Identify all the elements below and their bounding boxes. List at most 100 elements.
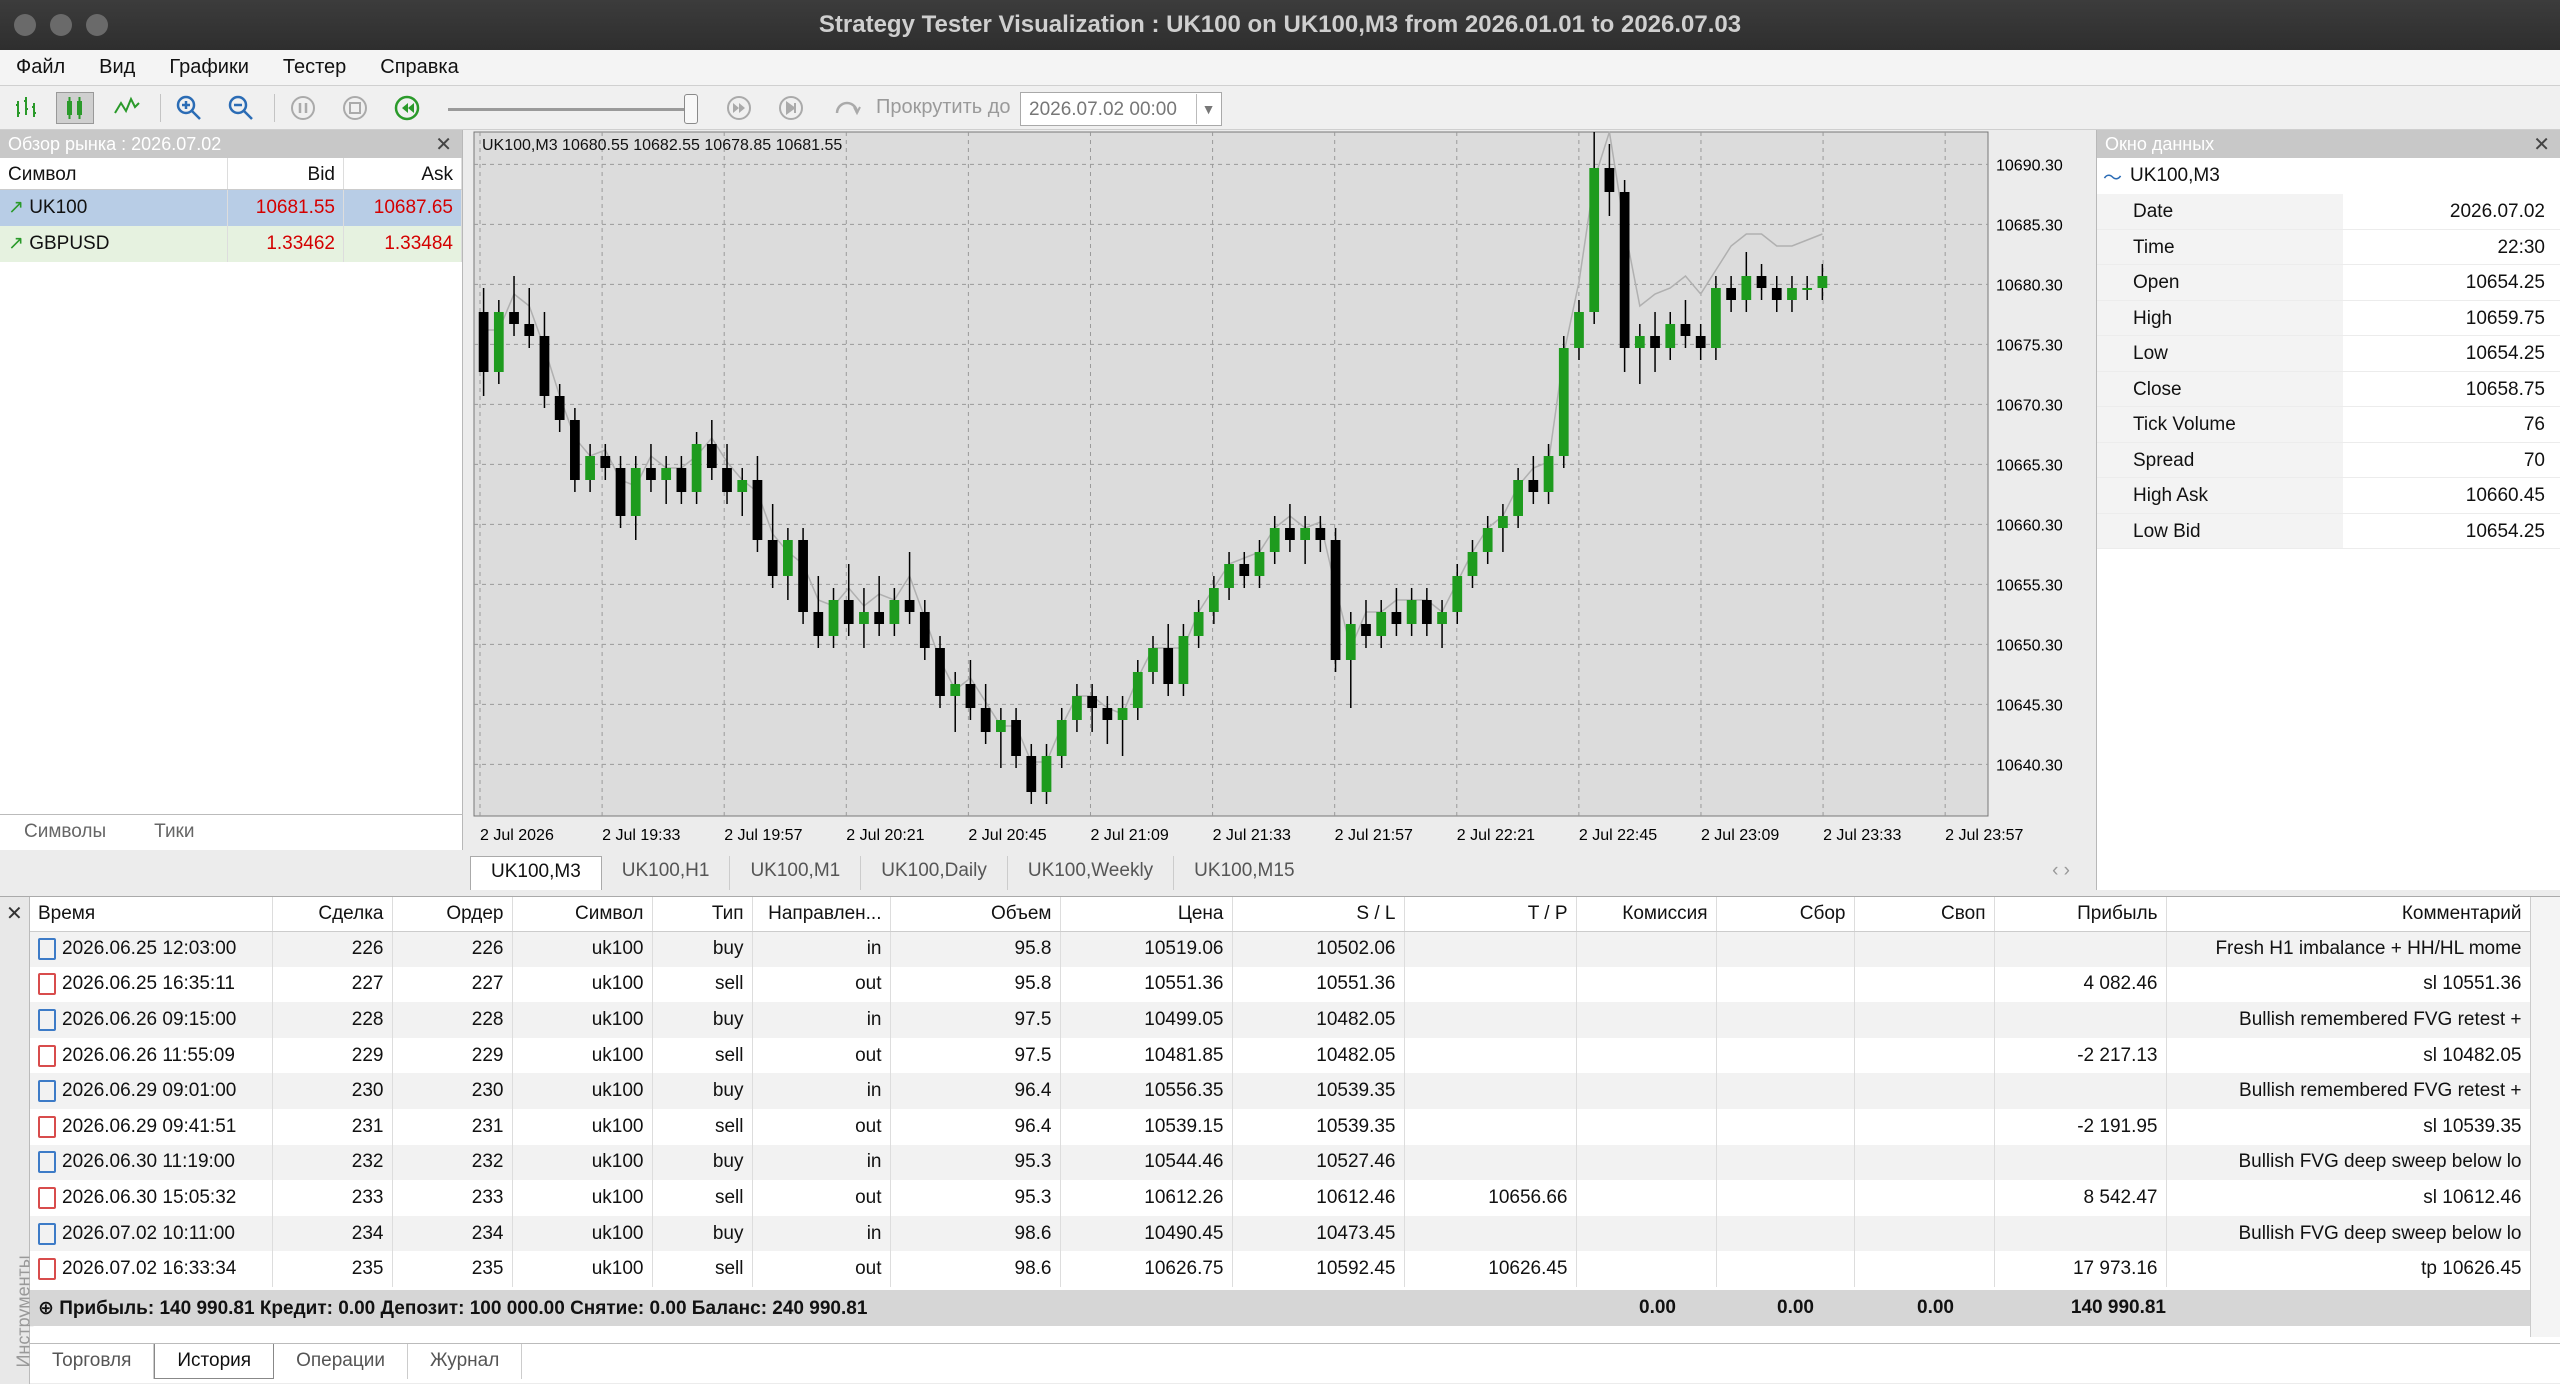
table-row[interactable]: 2026.06.30 15:05:32 233 233 uk100 sell out 95.…: [30, 1180, 2531, 1216]
tab-trading[interactable]: Торговля: [30, 1344, 155, 1379]
column-header[interactable]: Направлен...: [752, 897, 891, 932]
market-watch-row[interactable]: ↗ GBPUSD 1.33462 1.33484: [0, 226, 462, 262]
menu-view[interactable]: Вид: [99, 56, 135, 79]
table-row[interactable]: 2026.06.25 16:35:11 227 227 uk100 sell out 95.…: [30, 966, 2531, 1003]
menu-tester[interactable]: Тестер: [283, 56, 346, 79]
line-chart-icon[interactable]: [108, 92, 146, 124]
tab-uk100-m3[interactable]: UK100,M3: [470, 856, 602, 890]
column-header[interactable]: Сделка: [272, 897, 393, 932]
scroll-to-icon[interactable]: [828, 92, 866, 124]
table-row[interactable]: 2026.06.26 11:55:09 229 229 uk100 sell out 97.…: [30, 1037, 2531, 1074]
column-header[interactable]: Цена: [1060, 897, 1233, 932]
bar-chart-icon[interactable]: [8, 92, 46, 124]
tab-uk100-m1[interactable]: UK100,M1: [730, 856, 862, 890]
table-cell: 2026.06.30 11:19:00: [30, 1144, 273, 1181]
table-cell: Bullish FVG deep sweep below lo: [2166, 1144, 2531, 1181]
pause-icon[interactable]: [284, 92, 322, 124]
table-cell: [1576, 1144, 1717, 1181]
fast-forward-icon[interactable]: [720, 92, 758, 124]
menu-charts[interactable]: Графики: [169, 56, 249, 79]
table-cell: 229: [272, 1037, 393, 1074]
table-cell: 98.6: [890, 1215, 1061, 1252]
market-watch-row[interactable]: ↗ UK100 10681.55 10687.65: [0, 190, 462, 226]
table-cell: Bullish FVG deep sweep below lo: [2166, 1215, 2531, 1252]
bear-candle: [813, 612, 824, 636]
table-row[interactable]: 2026.06.30 11:19:00 232 232 uk100 buy in 95.3 1…: [30, 1144, 2531, 1181]
table-cell: 230: [272, 1073, 393, 1109]
table-cell: [1576, 1002, 1717, 1038]
price-chart[interactable]: 10690.30 10685.30 10680.30 10675.30 10670.30…: [470, 130, 2090, 850]
close-icon[interactable]: ✕: [435, 132, 452, 157]
table-cell: tp 10626.45: [2166, 1251, 2531, 1287]
bull-candle: [1787, 288, 1797, 300]
tab-uk100-weekly[interactable]: UK100,Weekly: [1008, 856, 1175, 890]
chart-header: UK100,M3 10680.55 10682.55 10678.85 1068…: [482, 137, 842, 154]
tab-uk100-h1[interactable]: UK100,H1: [602, 856, 731, 890]
market-watch-tabs: Символы Тики: [0, 814, 463, 850]
table-row[interactable]: 2026.06.25 12:03:00 226 226 uk100 buy in 95.8 1…: [30, 931, 2531, 967]
tabs-scroll-arrows[interactable]: ‹ ›: [2032, 856, 2090, 890]
table-row[interactable]: 2026.06.26 09:15:00 228 228 uk100 buy in 97.5 1…: [30, 1002, 2531, 1038]
step-forward-icon[interactable]: [772, 92, 810, 124]
candlestick-icon[interactable]: [56, 92, 94, 124]
tab-history[interactable]: История: [154, 1344, 275, 1379]
bear-candle: [478, 312, 489, 372]
col-ask[interactable]: Ask: [344, 158, 462, 189]
table-cell: 10481.85: [1060, 1037, 1233, 1074]
table-cell: [1404, 966, 1577, 1003]
summary-text: ⊕ Прибыль: 140 990.81 Кредит: 0.00 Депоз…: [38, 1298, 868, 1319]
column-header[interactable]: Комментарий: [2166, 897, 2531, 932]
deal-time: 2026.06.26 09:15:00: [62, 1008, 237, 1030]
close-icon[interactable]: ✕: [6, 901, 23, 926]
table-cell: 96.4: [890, 1108, 1061, 1145]
table-row[interactable]: 2026.07.02 10:11:00 234 234 uk100 buy in 98.6 1…: [30, 1215, 2531, 1252]
bull-candle: [1056, 720, 1067, 756]
tab-journal[interactable]: Журнал: [408, 1344, 523, 1379]
menu-help[interactable]: Справка: [380, 56, 458, 79]
speed-slider-track[interactable]: [448, 108, 698, 111]
col-symbol[interactable]: Символ: [0, 158, 228, 189]
menu-file[interactable]: Файл: [16, 56, 65, 79]
table-cell: uk100: [512, 966, 653, 1003]
table-cell: 226: [392, 931, 513, 967]
tab-uk100-m15[interactable]: UK100,M15: [1174, 856, 1314, 890]
tab-operations[interactable]: Операции: [274, 1344, 408, 1379]
column-header[interactable]: Объем: [890, 897, 1061, 932]
column-header[interactable]: Тип: [652, 897, 753, 932]
zoom-in-icon[interactable]: [170, 92, 208, 124]
zoom-out-icon[interactable]: [222, 92, 260, 124]
tab-symbols[interactable]: Символы: [0, 815, 130, 850]
symbol-name: UK100: [29, 197, 88, 218]
rewind-icon[interactable]: [388, 92, 426, 124]
column-header[interactable]: Прибыль: [1994, 897, 2167, 932]
col-bid[interactable]: Bid: [228, 158, 344, 189]
column-header[interactable]: Комиссия: [1576, 897, 1717, 932]
table-cell: 10499.05: [1060, 1002, 1233, 1038]
chart-area[interactable]: 10690.30 10685.30 10680.30 10675.30 10670.30…: [470, 130, 2090, 890]
bear-candle: [1604, 168, 1615, 192]
tab-uk100-daily[interactable]: UK100,Daily: [861, 856, 1008, 890]
bull-candle: [1634, 336, 1645, 348]
column-header[interactable]: Символ: [512, 897, 653, 932]
chevron-down-icon[interactable]: ▼: [1196, 94, 1220, 124]
column-header[interactable]: Ордер: [392, 897, 513, 932]
table-row[interactable]: 2026.07.02 16:33:34 235 235 uk100 sell out 98.…: [30, 1251, 2531, 1287]
table-scrollbar[interactable]: [2530, 897, 2560, 1337]
column-header[interactable]: T / P: [1404, 897, 1577, 932]
table-row[interactable]: 2026.06.29 09:01:00 230 230 uk100 buy in 96.4 1…: [30, 1073, 2531, 1109]
stop-icon[interactable]: [336, 92, 374, 124]
tab-ticks[interactable]: Тики: [130, 815, 218, 850]
deal-time: 2026.06.30 11:19:00: [62, 1151, 235, 1173]
speed-slider-handle[interactable]: [684, 94, 698, 124]
data-value: 10654.25: [2465, 343, 2545, 364]
deal-time: 2026.06.25 16:35:11: [62, 973, 235, 995]
column-header[interactable]: S / L: [1232, 897, 1405, 932]
column-header[interactable]: Время: [30, 897, 273, 932]
column-header[interactable]: Сбор: [1716, 897, 1855, 932]
data-key: Spread: [2097, 442, 2343, 477]
close-icon[interactable]: ✕: [2533, 132, 2550, 157]
scroll-date-input[interactable]: 2026.07.02 00:00: [1020, 92, 1222, 126]
column-header[interactable]: Своп: [1854, 897, 1995, 932]
table-row[interactable]: 2026.06.29 09:41:51 231 231 uk100 sell out 96.…: [30, 1108, 2531, 1145]
bull-candle: [1558, 348, 1569, 456]
